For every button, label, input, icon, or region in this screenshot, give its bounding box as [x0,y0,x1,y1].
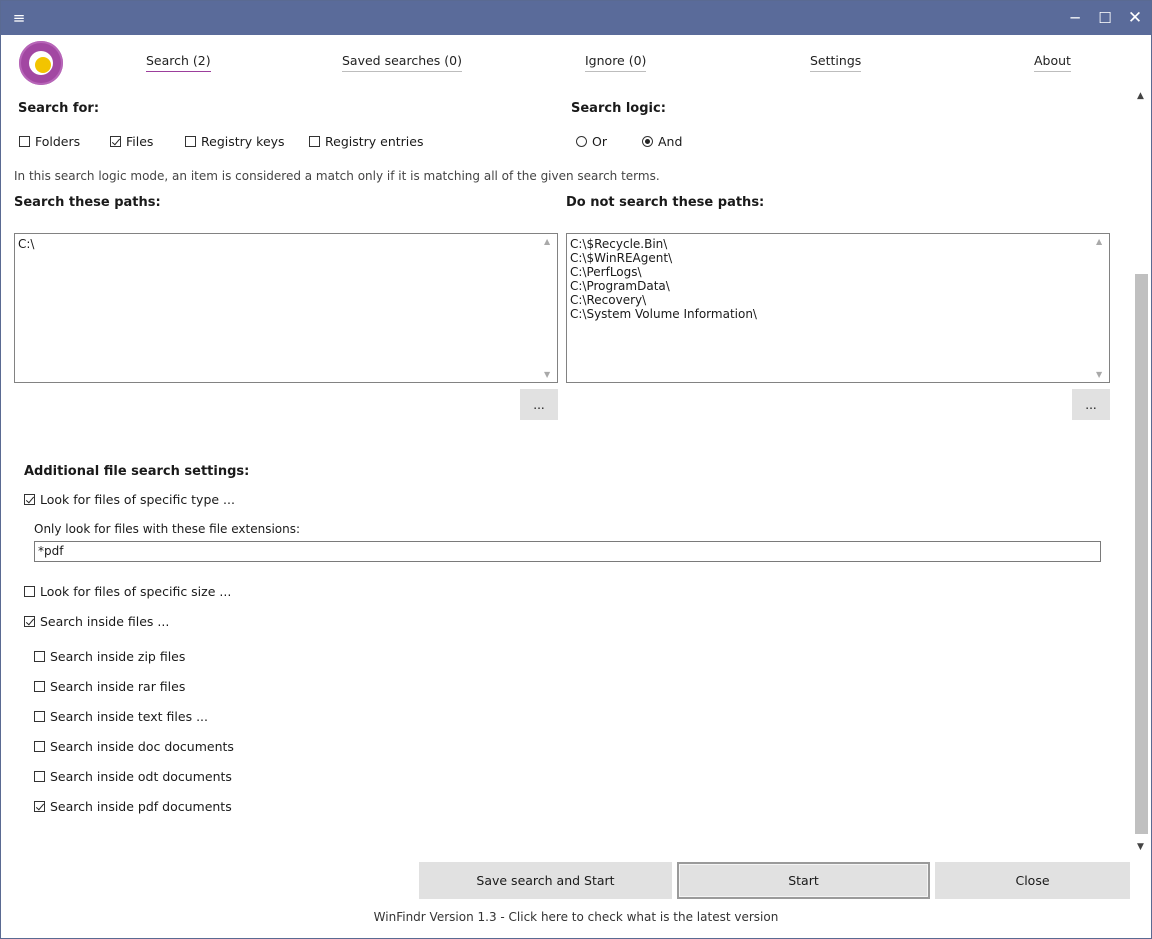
tab-about[interactable]: About [1034,53,1071,72]
version-footer-link[interactable]: WinFindr Version 1.3 - Click here to che… [1,910,1151,924]
registry-keys-label: Registry keys [201,134,285,149]
search-inside-checkbox-box[interactable] [24,616,35,627]
or-label: Or [592,134,607,149]
exclude-path-item[interactable]: C:\System Volume Information\ [570,307,757,321]
inside-odt-checkbox-box[interactable] [34,771,45,782]
logo-dot [35,57,51,73]
inside-pdf-label: Search inside pdf documents [50,799,232,814]
exclude-paths-scrollbar[interactable]: ▲ ▼ [1092,234,1109,382]
exclude-paths-list[interactable]: C:\$Recycle.Bin\ C:\$WinREAgent\ C:\PerfLo… [566,233,1110,383]
inside-text-checkbox-box[interactable] [34,711,45,722]
title-bar: ≡ ─ ☐ ✕ [1,1,1151,35]
inside-rar-checkbox[interactable]: Search inside rar files [34,679,185,694]
tab-saved-searches[interactable]: Saved searches (0) [342,53,462,72]
search-paths-items[interactable]: C:\ [18,237,34,251]
search-path-item[interactable]: C:\ [18,237,34,251]
additional-settings-heading: Additional file search settings: [24,464,250,479]
inside-odt-checkbox[interactable]: Search inside odt documents [34,769,232,784]
folders-label: Folders [35,134,81,149]
hamburger-menu-icon[interactable]: ≡ [4,1,34,35]
start-button[interactable]: Start [677,862,930,899]
scroll-down-icon[interactable]: ▼ [1096,370,1102,379]
and-label: And [658,134,683,149]
inside-odt-label: Search inside odt documents [50,769,232,784]
tab-search[interactable]: Search (2) [146,53,211,72]
close-button[interactable]: Close [935,862,1130,899]
search-paths-heading: Search these paths: [14,195,161,210]
specific-size-label: Look for files of specific size ... [40,584,232,599]
exclude-path-item[interactable]: C:\ProgramData\ [570,279,757,293]
app-logo [19,41,63,85]
scroll-down-icon[interactable]: ▼ [544,370,550,379]
exclude-path-item[interactable]: C:\Recovery\ [570,293,757,307]
extensions-label: Only look for files with these file exte… [34,522,301,536]
search-paths-scrollbar[interactable]: ▲ ▼ [540,234,557,382]
tab-settings[interactable]: Settings [810,53,862,72]
exclude-path-item[interactable]: C:\$Recycle.Bin\ [570,237,757,251]
exclude-paths-heading: Do not search these paths: [566,195,765,210]
inside-rar-label: Search inside rar files [50,679,186,694]
specific-type-checkbox-box[interactable] [24,494,35,505]
or-radio-circle[interactable] [576,136,587,147]
files-checkbox-box[interactable] [110,136,121,147]
extensions-input[interactable]: *pdf [34,541,1101,562]
specific-type-label: Look for files of specific type ... [40,492,235,507]
scroll-up-icon[interactable]: ▲ [544,237,550,246]
registry-keys-checkbox-box[interactable] [185,136,196,147]
browse-exclude-paths-button[interactable]: ... [1072,389,1110,420]
inside-zip-label: Search inside zip files [50,649,186,664]
maximize-icon[interactable]: ☐ [1090,1,1120,35]
registry-entries-label: Registry entries [325,134,424,149]
tab-ignore[interactable]: Ignore (0) [585,53,647,72]
folders-checkbox[interactable]: Folders [19,134,80,149]
search-inside-label: Search inside files ... [40,614,170,629]
logic-description: In this search logic mode, an item is co… [14,169,660,183]
app-window: ≡ ─ ☐ ✕ Search (2) Saved searches (0) Ig… [0,0,1152,939]
inside-zip-checkbox[interactable]: Search inside zip files [34,649,185,664]
inside-doc-checkbox[interactable]: Search inside doc documents [34,739,234,754]
inside-rar-checkbox-box[interactable] [34,681,45,692]
inside-zip-checkbox-box[interactable] [34,651,45,662]
inside-text-checkbox[interactable]: Search inside text files ... [34,709,208,724]
save-search-and-start-button[interactable]: Save search and Start [419,862,672,899]
specific-size-checkbox[interactable]: Look for files of specific size ... [24,584,231,599]
exclude-path-item[interactable]: C:\$WinREAgent\ [570,251,757,265]
main-scrollbar[interactable]: ▲ ▼ [1133,89,1150,852]
logic-and-radio[interactable]: And [642,134,682,149]
scroll-up-icon[interactable]: ▲ [1137,91,1144,101]
exclude-paths-items[interactable]: C:\$Recycle.Bin\ C:\$WinREAgent\ C:\PerfLo… [570,237,757,321]
inside-pdf-checkbox-box[interactable] [34,801,45,812]
registry-keys-checkbox[interactable]: Registry keys [185,134,285,149]
inside-pdf-checkbox[interactable]: Search inside pdf documents [34,799,232,814]
browse-search-paths-button[interactable]: ... [520,389,558,420]
folders-checkbox-box[interactable] [19,136,30,147]
and-radio-circle[interactable] [642,136,653,147]
files-label: Files [126,134,154,149]
inside-doc-checkbox-box[interactable] [34,741,45,752]
search-inside-checkbox[interactable]: Search inside files ... [24,614,169,629]
files-checkbox[interactable]: Files [110,134,153,149]
minimize-icon[interactable]: ─ [1060,1,1090,35]
search-logic-heading: Search logic: [571,101,666,116]
scrollbar-thumb[interactable] [1135,274,1148,834]
logic-or-radio[interactable]: Or [576,134,607,149]
registry-entries-checkbox-box[interactable] [309,136,320,147]
scroll-down-icon[interactable]: ▼ [1137,842,1144,852]
search-for-heading: Search for: [18,101,100,116]
scroll-up-icon[interactable]: ▲ [1096,237,1102,246]
exclude-path-item[interactable]: C:\PerfLogs\ [570,265,757,279]
close-window-icon[interactable]: ✕ [1120,1,1150,35]
inside-text-label: Search inside text files ... [50,709,208,724]
registry-entries-checkbox[interactable]: Registry entries [309,134,423,149]
specific-type-checkbox[interactable]: Look for files of specific type ... [24,492,235,507]
inside-doc-label: Search inside doc documents [50,739,234,754]
search-paths-list[interactable]: C:\ ▲ ▼ [14,233,558,383]
specific-size-checkbox-box[interactable] [24,586,35,597]
